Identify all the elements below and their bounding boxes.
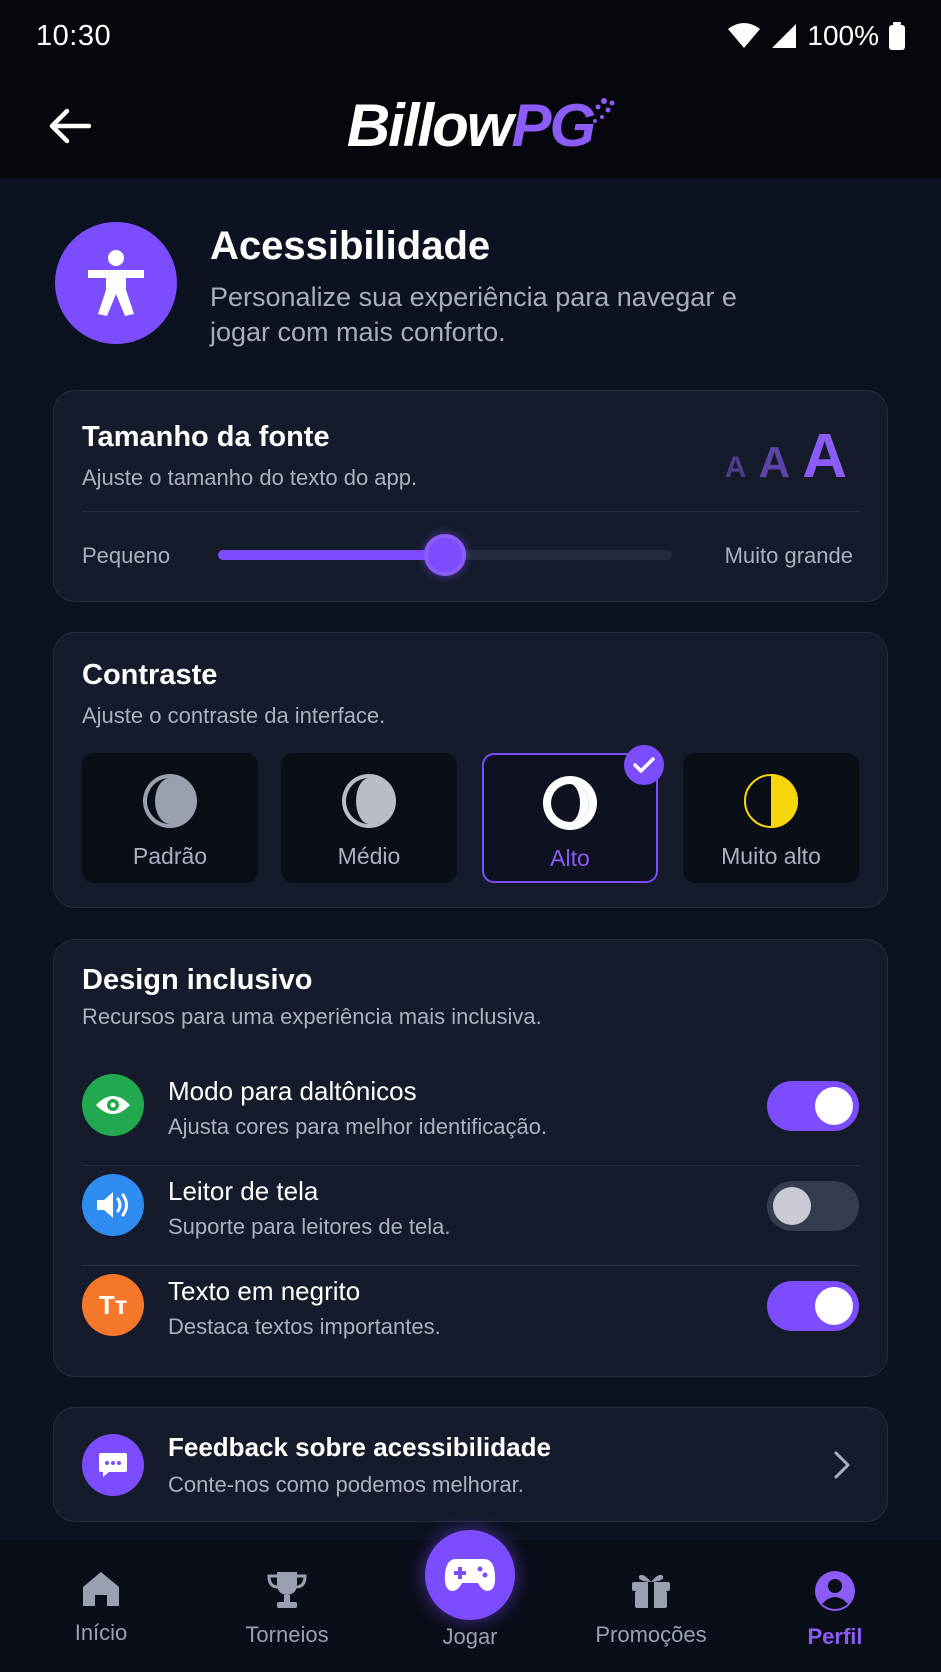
contrast-high-icon bbox=[543, 776, 597, 830]
divider bbox=[82, 511, 859, 512]
option-title: Modo para daltônicos bbox=[168, 1076, 417, 1106]
feedback-title: Feedback sobre acessibilidade bbox=[168, 1432, 551, 1462]
app-bar: Billow PG bbox=[0, 72, 941, 178]
nav-label: Torneios bbox=[245, 1622, 329, 1647]
eye-icon bbox=[82, 1074, 144, 1136]
back-button[interactable] bbox=[40, 98, 100, 154]
option-subtitle: Suporte para leitores de tela. bbox=[168, 1214, 451, 1239]
chevron-right-icon bbox=[834, 1451, 850, 1479]
feedback-subtitle: Conte-nos como podemos melhorar. bbox=[168, 1472, 524, 1497]
contrast-option-label: Médio bbox=[337, 843, 401, 869]
inclusive-subtitle: Recursos para uma experiência mais inclu… bbox=[82, 1004, 542, 1029]
option-row-colorblind: Modo para daltônicos Ajusta cores para m… bbox=[82, 1066, 859, 1166]
battery-percent: 100% bbox=[807, 20, 879, 51]
option-title: Texto em negrito bbox=[168, 1276, 361, 1306]
nav-label: Promoções bbox=[595, 1622, 707, 1647]
bottom-navigation: Início Torneios Jogar Promoções Perfil bbox=[0, 1530, 941, 1672]
speaker-icon bbox=[82, 1174, 144, 1236]
battery-icon bbox=[889, 22, 905, 50]
accessibility-icon bbox=[55, 222, 177, 344]
font-sample-large: A bbox=[802, 422, 847, 491]
nav-label: Perfil bbox=[807, 1624, 863, 1649]
nav-label: Jogar bbox=[442, 1624, 498, 1649]
contrast-title: Contraste bbox=[82, 659, 218, 691]
slider-fill bbox=[218, 550, 445, 560]
nav-item-promocoes[interactable]: Promoções bbox=[571, 1570, 731, 1648]
text-size-icon: Tт bbox=[82, 1274, 144, 1336]
toggle-knob bbox=[815, 1087, 853, 1125]
inclusive-title: Design inclusivo bbox=[82, 964, 313, 996]
nav-item-torneios[interactable]: Torneios bbox=[207, 1570, 367, 1648]
contrast-option-medio[interactable]: Médio bbox=[281, 753, 457, 883]
contrast-option-padrao[interactable]: Padrão bbox=[82, 753, 258, 883]
page-subtitle: Personalize sua experiência para navegar… bbox=[210, 282, 737, 347]
slider-max-label: Muito grande bbox=[724, 543, 853, 568]
option-subtitle: Ajusta cores para melhor identificação. bbox=[168, 1114, 548, 1139]
option-row-screen-reader: Leitor de tela Suporte para leitores de … bbox=[82, 1166, 859, 1266]
screen-reader-toggle[interactable] bbox=[767, 1181, 859, 1231]
contrast-option-alto[interactable]: Alto bbox=[482, 745, 664, 883]
gift-icon bbox=[632, 1574, 670, 1608]
contrast-option-label: Alto bbox=[550, 845, 590, 871]
contrast-option-label: Muito alto bbox=[721, 843, 821, 869]
contrast-option-label: Padrão bbox=[132, 843, 208, 869]
nav-label: Início bbox=[74, 1620, 128, 1645]
page-header: Acessibilidade Personalize sua experiênc… bbox=[55, 222, 895, 347]
home-icon bbox=[83, 1572, 119, 1606]
font-size-slider[interactable] bbox=[218, 534, 672, 576]
inclusive-design-card: Design inclusivo Recursos para uma exper… bbox=[53, 939, 888, 1377]
nav-item-perfil[interactable]: Perfil bbox=[755, 1570, 915, 1650]
option-subtitle: Destaca textos importantes. bbox=[168, 1314, 441, 1339]
colorblind-toggle[interactable] bbox=[767, 1081, 859, 1131]
toggle-knob bbox=[773, 1187, 811, 1225]
bold-text-toggle[interactable] bbox=[767, 1281, 859, 1331]
toggle-knob bbox=[815, 1287, 853, 1325]
option-title: Leitor de tela bbox=[168, 1176, 319, 1206]
font-size-card: Tamanho da fonte Ajuste o tamanho do tex… bbox=[53, 390, 888, 602]
wifi-icon bbox=[728, 23, 761, 48]
logo-sparkle-icon bbox=[593, 97, 615, 123]
slider-thumb[interactable] bbox=[424, 534, 466, 576]
font-sample-small: A bbox=[724, 451, 747, 484]
feedback-card[interactable]: Feedback sobre acessibilidade Conte-nos … bbox=[53, 1407, 888, 1522]
contrast-default-icon bbox=[143, 774, 197, 828]
font-sample-medium: A bbox=[758, 438, 791, 487]
signal-icon bbox=[772, 24, 797, 48]
arrow-left-icon bbox=[49, 108, 91, 144]
nav-item-jogar[interactable]: Jogar bbox=[390, 1570, 550, 1650]
profile-icon bbox=[815, 1571, 855, 1611]
chat-icon bbox=[82, 1434, 144, 1496]
contrast-option-muito-alto[interactable]: Muito alto bbox=[683, 753, 859, 883]
status-time: 10:30 bbox=[36, 19, 112, 52]
status-bar: 10:30 100% bbox=[0, 0, 941, 72]
nav-item-inicio[interactable]: Início bbox=[21, 1570, 181, 1646]
font-size-preview: A A A bbox=[725, 421, 847, 492]
contrast-very-high-icon bbox=[744, 774, 798, 828]
slider-min-label: Pequeno bbox=[82, 543, 171, 568]
contrast-card: Contraste Ajuste o contraste da interfac… bbox=[53, 632, 888, 908]
trophy-icon bbox=[267, 1572, 307, 1608]
page-title: Acessibilidade bbox=[210, 224, 491, 268]
check-icon bbox=[624, 745, 664, 785]
font-size-title: Tamanho da fonte bbox=[82, 421, 330, 453]
contrast-medium-icon bbox=[342, 774, 396, 828]
status-icons: 100% bbox=[727, 20, 905, 52]
option-row-bold-text: Tт Texto em negrito Destaca textos impor… bbox=[82, 1266, 859, 1366]
contrast-subtitle: Ajuste o contraste da interface. bbox=[82, 703, 386, 728]
app-logo: Billow PG bbox=[347, 91, 615, 160]
font-size-subtitle: Ajuste o tamanho do texto do app. bbox=[82, 465, 418, 490]
